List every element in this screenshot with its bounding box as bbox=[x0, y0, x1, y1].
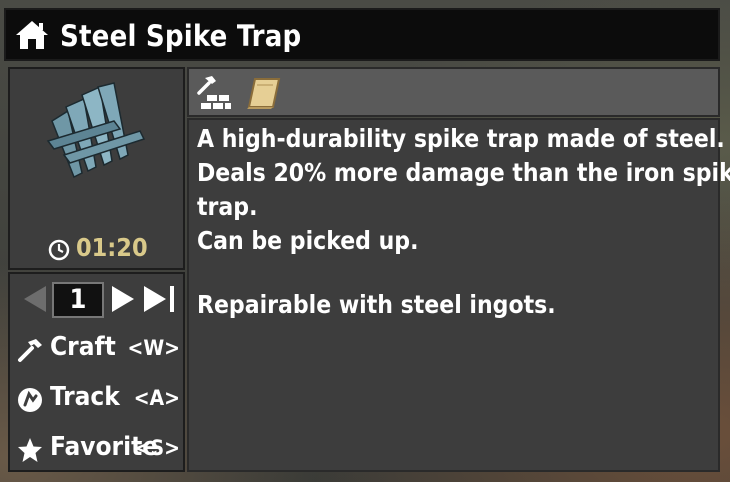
description-line: A high-durability spike trap made of ste… bbox=[197, 124, 725, 153]
craft-controls-panel: 1 Craft <W> Track <A> Favorite <S> bbox=[8, 272, 185, 472]
description-line: trap. bbox=[197, 192, 258, 221]
star-icon bbox=[18, 438, 42, 462]
recipe-book-icon[interactable] bbox=[245, 75, 283, 111]
clock-icon bbox=[48, 239, 70, 261]
increase-quantity-icon[interactable] bbox=[110, 284, 138, 314]
item-icon-panel: 01:20 bbox=[8, 67, 185, 270]
track-hotkey: <A> bbox=[133, 386, 180, 410]
title-bar: Steel Spike Trap bbox=[4, 8, 720, 61]
description-line: Deals 20% more damage than the iron spik… bbox=[197, 158, 730, 187]
crafting-station-icon[interactable] bbox=[195, 75, 233, 111]
description-line: Repairable with steel ingots. bbox=[197, 290, 556, 319]
favorite-hotkey: <S> bbox=[134, 436, 180, 460]
favorite-button[interactable]: Favorite <S> bbox=[16, 430, 184, 470]
decrease-quantity-icon[interactable] bbox=[20, 284, 48, 314]
description-line: Can be picked up. bbox=[197, 226, 419, 255]
craft-label: Craft bbox=[50, 332, 116, 362]
craft-time: 01:20 bbox=[76, 233, 148, 262]
max-quantity-icon[interactable] bbox=[142, 284, 178, 314]
home-icon[interactable] bbox=[14, 19, 50, 51]
info-tab-bar bbox=[187, 67, 720, 117]
quantity-field[interactable]: 1 bbox=[52, 282, 104, 318]
item-description: A high-durability spike trap made of ste… bbox=[187, 118, 730, 472]
hammer-icon bbox=[18, 339, 42, 362]
track-icon bbox=[18, 388, 42, 412]
craft-hotkey: <W> bbox=[127, 336, 180, 360]
steel-spike-trap-icon bbox=[46, 82, 146, 179]
craft-button[interactable]: Craft <W> bbox=[16, 330, 184, 370]
track-button[interactable]: Track <A> bbox=[16, 380, 184, 420]
track-label: Track bbox=[50, 382, 120, 412]
item-title: Steel Spike Trap bbox=[60, 19, 302, 53]
